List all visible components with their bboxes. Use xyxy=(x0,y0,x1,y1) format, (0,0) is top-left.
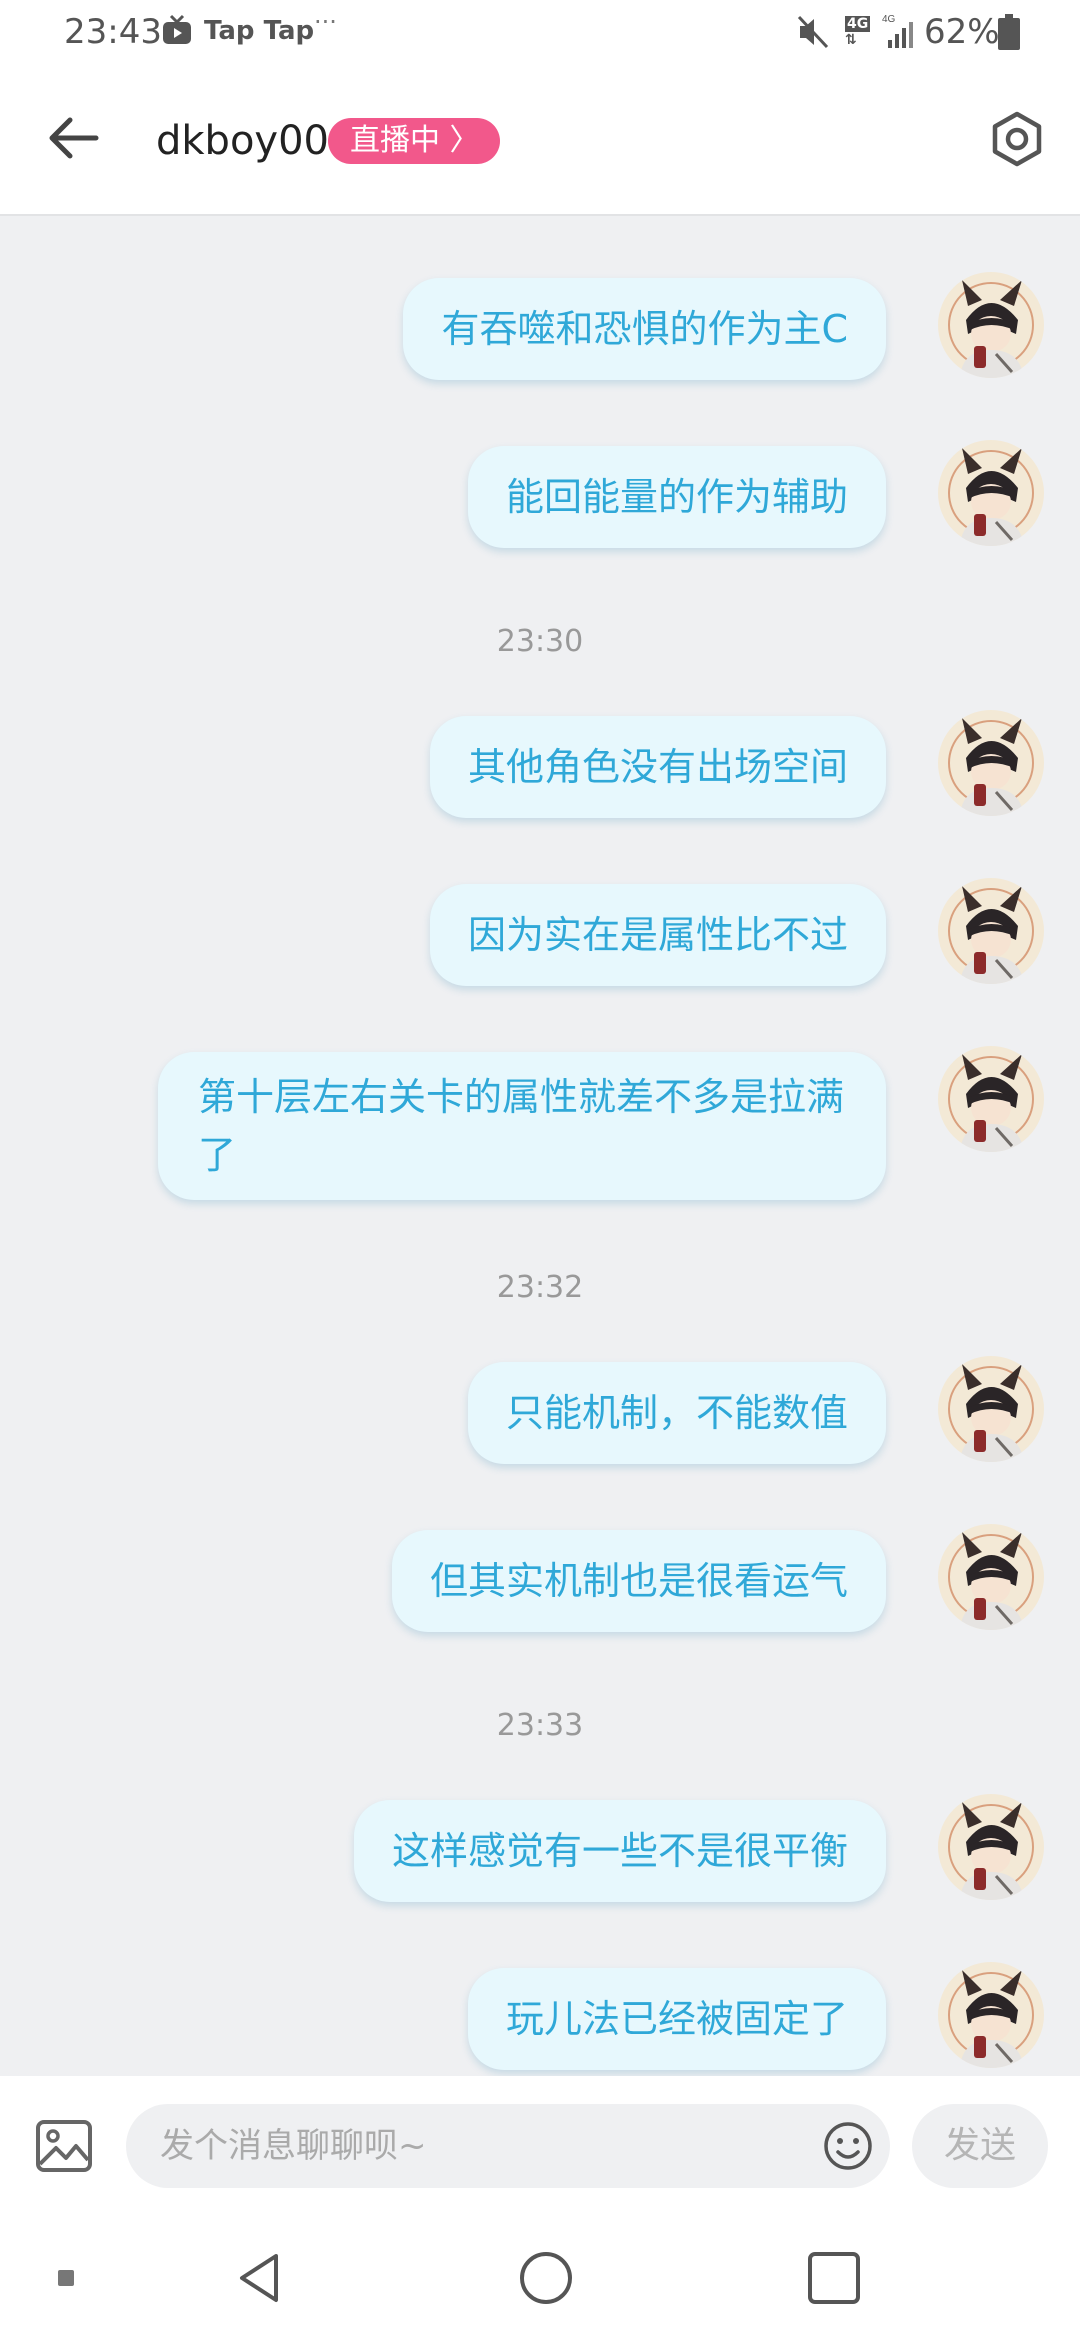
network-type-2-label: 4G xyxy=(882,14,896,25)
message-bubble[interactable]: 有吞噬和恐惧的作为主C xyxy=(403,278,886,380)
user-avatar[interactable] xyxy=(938,1524,1044,1630)
nav-menu-icon[interactable] xyxy=(58,2270,74,2286)
battery-percent: 62% xyxy=(924,12,1000,52)
network-type-label: 4G xyxy=(845,16,871,32)
user-avatar[interactable] xyxy=(938,1794,1044,1900)
user-avatar[interactable] xyxy=(938,1962,1044,2068)
user-avatar[interactable] xyxy=(938,1356,1044,1462)
status-more-icon: ··· xyxy=(314,8,337,36)
settings-icon[interactable] xyxy=(988,110,1046,168)
nav-home-icon[interactable] xyxy=(518,2250,574,2306)
message-list[interactable]: 有吞噬和恐惧的作为主C 能回能量的作为辅助 23:30 其他角色没有出场空间 因… xyxy=(0,216,1080,2076)
mute-icon xyxy=(797,15,829,49)
message-bubble[interactable]: 玩儿法已经被固定了 xyxy=(467,1968,886,2070)
image-icon[interactable] xyxy=(34,2116,94,2176)
battery-icon xyxy=(998,14,1020,50)
user-avatar[interactable] xyxy=(938,878,1044,984)
chat-header: dkboy00 直播中 〉 xyxy=(0,66,1080,216)
message-timestamp: 23:32 xyxy=(496,1270,584,1305)
message-bubble[interactable]: 只能机制，不能数值 xyxy=(467,1362,886,1464)
status-time: 23:43 xyxy=(64,12,162,52)
message-input[interactable] xyxy=(126,2104,890,2188)
message-bubble[interactable]: 这样感觉有一些不是很平衡 xyxy=(353,1800,886,1902)
message-timestamp: 23:30 xyxy=(496,624,584,659)
nav-back-icon[interactable] xyxy=(232,2250,288,2306)
system-nav-bar xyxy=(0,2216,1080,2340)
emoji-icon[interactable] xyxy=(822,2120,874,2172)
live-badge[interactable]: 直播中 〉 xyxy=(328,118,500,164)
user-avatar[interactable] xyxy=(938,440,1044,546)
send-button[interactable]: 发送 xyxy=(912,2104,1048,2188)
back-arrow-icon[interactable] xyxy=(44,112,102,164)
nav-recent-apps-icon[interactable] xyxy=(806,2250,862,2306)
network-arrows-icon: ⇅ xyxy=(845,32,857,48)
signal-icon: 4G xyxy=(882,14,913,48)
message-bubble[interactable]: 但其实机制也是很看运气 xyxy=(391,1530,886,1632)
message-bubble[interactable]: 其他角色没有出场空间 xyxy=(429,716,886,818)
user-avatar[interactable] xyxy=(938,1046,1044,1152)
message-bubble[interactable]: 能回能量的作为辅助 xyxy=(467,446,886,548)
message-timestamp: 23:33 xyxy=(496,1708,584,1743)
chat-title: dkboy00 xyxy=(156,118,329,164)
status-bar: 23:43 Tap Tap ··· 4G ⇅ 4G 62% xyxy=(0,0,1080,66)
user-avatar[interactable] xyxy=(938,272,1044,378)
user-avatar[interactable] xyxy=(938,710,1044,816)
input-bar: 发送 xyxy=(0,2076,1080,2216)
message-bubble[interactable]: 第十层左右关卡的属性就差不多是拉满了 xyxy=(158,1052,886,1200)
message-bubble[interactable]: 因为实在是属性比不过 xyxy=(429,884,886,986)
tv-icon xyxy=(163,14,191,44)
status-app-name: Tap Tap xyxy=(204,16,315,46)
network-type: 4G ⇅ xyxy=(845,16,871,48)
